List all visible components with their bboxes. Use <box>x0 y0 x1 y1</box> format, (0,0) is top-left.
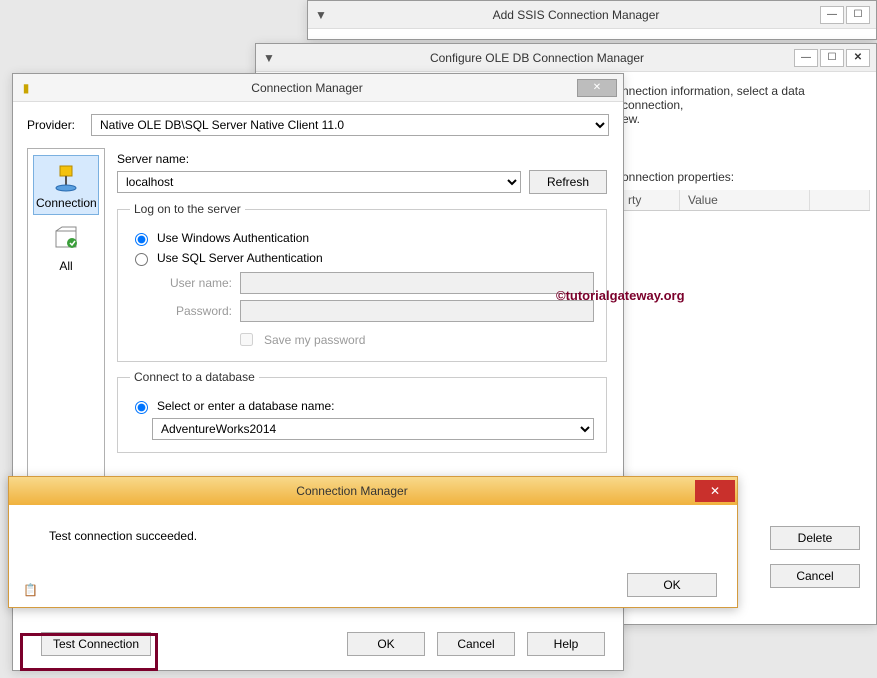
properties-table-header: rty Value <box>620 190 870 211</box>
close-button[interactable]: ✕ <box>577 79 617 97</box>
col-value: Value <box>680 190 810 210</box>
sidebar-item-connection[interactable]: Connection <box>33 155 99 215</box>
logon-legend: Log on to the server <box>130 202 245 216</box>
radio-sql-auth[interactable]: Use SQL Server Authentication <box>130 250 594 266</box>
minimize-button[interactable]: — <box>820 6 844 24</box>
all-icon <box>50 225 82 257</box>
messagebox-title: Connection Manager <box>9 484 695 498</box>
messagebox-test-connection: Connection Manager ✕ Test connection suc… <box>8 476 738 608</box>
cancel-button[interactable]: Cancel <box>437 632 515 656</box>
connection-icon <box>50 162 82 194</box>
messagebox-text: Test connection succeeded. <box>9 505 737 551</box>
radio-select-db[interactable]: Select or enter a database name: <box>130 398 594 414</box>
window-title: Configure OLE DB Connection Manager <box>280 51 794 65</box>
messagebox-ok-button[interactable]: OK <box>627 573 717 597</box>
username-label: User name: <box>152 276 232 290</box>
database-select[interactable]: AdventureWorks2014 <box>152 418 594 440</box>
highlight-test-connection <box>20 633 158 671</box>
col-property: rty <box>620 190 680 210</box>
close-button[interactable]: ✕ <box>846 49 870 67</box>
server-name-input[interactable]: localhost <box>117 171 521 193</box>
props-label: onnection properties: <box>622 170 860 184</box>
username-input <box>240 272 594 294</box>
plug-icon: ▼ <box>314 8 328 22</box>
radio-select-db-input[interactable] <box>135 401 148 414</box>
server-name-label: Server name: <box>117 152 607 166</box>
cancel-button[interactable]: Cancel <box>770 564 860 588</box>
provider-select[interactable]: Native OLE DB\SQL Server Native Client 1… <box>91 114 609 136</box>
radio-windows-auth[interactable]: Use Windows Authentication <box>130 230 594 246</box>
maximize-button[interactable]: ☐ <box>846 6 870 24</box>
password-label: Password: <box>152 304 232 318</box>
maximize-button[interactable]: ☐ <box>820 49 844 67</box>
plug-icon: ▮ <box>19 81 33 95</box>
sidebar-item-label: All <box>59 259 72 273</box>
radio-windows-auth-input[interactable] <box>135 233 148 246</box>
dialog-title: Connection Manager <box>37 81 577 95</box>
close-button[interactable]: ✕ <box>695 480 735 502</box>
help-button[interactable]: Help <box>527 632 605 656</box>
provider-label: Provider: <box>27 118 83 132</box>
hint-text-line1: nnection information, select a data conn… <box>622 84 860 112</box>
save-password-checkbox: Save my password <box>236 330 594 349</box>
connect-db-legend: Connect to a database <box>130 370 259 384</box>
ok-button[interactable]: OK <box>347 632 425 656</box>
plug-icon: ▼ <box>262 51 276 65</box>
window-title: Add SSIS Connection Manager <box>332 8 820 22</box>
minimize-button[interactable]: — <box>794 49 818 67</box>
sidebar-item-label: Connection <box>36 196 97 210</box>
radio-sql-auth-input[interactable] <box>135 253 148 266</box>
refresh-button[interactable]: Refresh <box>529 170 607 194</box>
window-add-ssis: ▼ Add SSIS Connection Manager — ☐ <box>307 0 877 40</box>
hint-text-line2: ew. <box>622 112 860 126</box>
save-password-input <box>240 333 253 346</box>
password-input <box>240 300 594 322</box>
copy-icon[interactable]: 📋 <box>23 583 38 597</box>
copyright-text: ©tutorialgateway.org <box>556 288 685 303</box>
sidebar-item-all[interactable]: All <box>33 219 99 277</box>
delete-button[interactable]: Delete <box>770 526 860 550</box>
